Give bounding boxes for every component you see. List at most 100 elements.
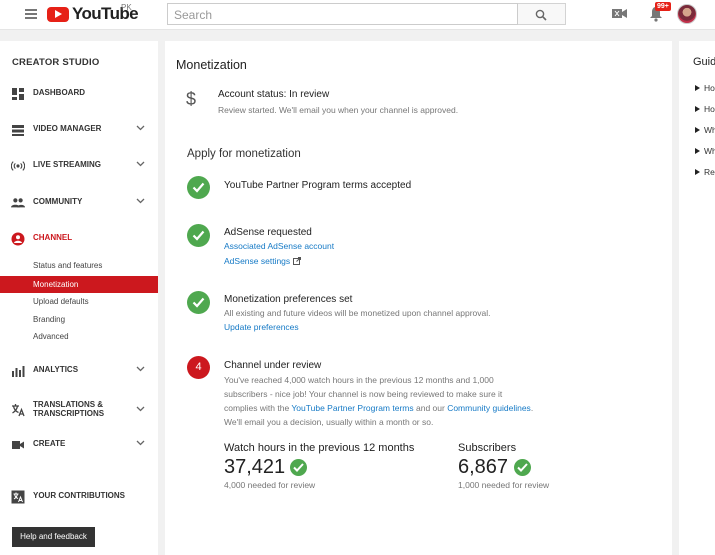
guide-item[interactable]: Ho [695, 83, 715, 93]
step-title: Monetization preferences set [224, 294, 353, 305]
youtube-play-icon [47, 6, 69, 22]
menu-icon[interactable] [25, 9, 37, 19]
sidebar-item-label: COMMUNITY [33, 197, 83, 206]
chevron-down-icon[interactable] [136, 198, 145, 204]
create-icon [12, 441, 24, 449]
guide-item-label: Wh [704, 146, 715, 156]
guide-item[interactable]: Ho [695, 104, 715, 114]
sidebar-subitem-label: Advanced [33, 332, 69, 341]
associated-adsense-link[interactable]: Associated AdSense account [224, 241, 334, 251]
expand-arrow-icon [695, 169, 700, 175]
guide-item-label: Ho [704, 104, 715, 114]
guide-item[interactable]: Re [695, 167, 715, 177]
upload-video-icon[interactable] [612, 8, 627, 19]
sidebar-item-label: YOUR CONTRIBUTIONS [33, 491, 125, 500]
guide-item[interactable]: Wh [695, 125, 715, 135]
expand-arrow-icon [695, 106, 700, 112]
chevron-down-icon[interactable] [136, 125, 145, 131]
step-description-line: subscribers - nice job! Your channel is … [224, 389, 503, 399]
subscribers-needed: 1,000 needed for review [458, 480, 550, 490]
sidebar-item-video-manager[interactable]: VIDEO MANAGER [0, 121, 158, 139]
step-complete-check-icon [187, 176, 210, 199]
chevron-down-icon[interactable] [136, 366, 145, 372]
sidebar-item-label: CHANNEL [33, 233, 73, 242]
guide-item-label: Wh [704, 125, 715, 135]
step-title: AdSense requested [224, 227, 312, 238]
expand-arrow-icon [695, 127, 700, 133]
search-input[interactable]: Search [167, 3, 518, 25]
sidebar-item-live-streaming[interactable]: LIVE STREAMING [0, 157, 158, 175]
sidebar-item-channel[interactable]: CHANNEL [0, 230, 158, 248]
translate-icon [12, 404, 25, 417]
sidebar-item-community[interactable]: COMMUNITY [0, 194, 158, 212]
dashboard-icon [12, 88, 24, 100]
sidebar-item-analytics[interactable]: ANALYTICS [0, 362, 158, 380]
sidebar-subitem-branding[interactable]: Branding [0, 311, 158, 328]
search-icon [535, 9, 547, 21]
chevron-down-icon[interactable] [136, 161, 145, 167]
step-number-badge: 4 [187, 356, 210, 379]
chevron-down-icon[interactable] [136, 406, 145, 412]
guide-panel: Guid Ho Ho Wh Wh Re [679, 41, 715, 555]
step-complete-check-icon [187, 224, 210, 247]
expand-arrow-icon [695, 85, 700, 91]
creator-studio-title: CREATOR STUDIO [12, 57, 100, 68]
help-and-feedback-button[interactable]: Help and feedback [12, 527, 95, 547]
sidebar-subitem-advanced[interactable]: Advanced [0, 328, 158, 345]
step-complete-check-icon [187, 291, 210, 314]
sidebar-item-label: DASHBOARD [33, 88, 85, 97]
sidebar-item-create[interactable]: CREATE [0, 436, 158, 454]
partner-program-terms-link[interactable]: YouTube Partner Program terms [291, 403, 413, 413]
channel-icon [11, 232, 25, 246]
account-status-title: Account status: In review [218, 89, 330, 100]
page-title: Monetization [176, 58, 247, 72]
avatar[interactable] [677, 4, 697, 24]
chevron-down-icon[interactable] [136, 440, 145, 446]
sidebar: CREATOR STUDIO DASHBOARD VIDEO MANAGER L… [0, 41, 158, 555]
top-bar: YouTube PK Search 99+ [0, 0, 715, 30]
search-button[interactable] [518, 3, 566, 25]
subscribers-label: Subscribers [458, 442, 517, 454]
step-description-line: We'll email you a decision, usually with… [224, 417, 434, 427]
update-preferences-link[interactable]: Update preferences [224, 322, 299, 332]
search-placeholder: Search [174, 8, 213, 22]
sidebar-subitem-label: Upload defaults [33, 297, 89, 306]
dollar-icon: $ [186, 89, 197, 109]
text-segment: . [530, 403, 534, 413]
sidebar-item-translations[interactable]: TRANSLATIONS & TRANSCRIPTIONS [0, 398, 158, 422]
adsense-settings-link[interactable]: AdSense settings [224, 256, 302, 266]
sidebar-item-your-contributions[interactable]: YOUR CONTRIBUTIONS [0, 488, 158, 506]
sidebar-subitem-label: Branding [33, 315, 66, 324]
guide-item[interactable]: Wh [695, 146, 715, 156]
analytics-icon [12, 366, 25, 377]
step-title: Channel under review [224, 360, 322, 371]
sidebar-subitem-monetization[interactable]: Monetization [0, 276, 158, 293]
sidebar-item-dashboard[interactable]: DASHBOARD [0, 85, 158, 103]
text-segment: complies with the [224, 403, 292, 413]
sidebar-item-label: LIVE STREAMING [33, 160, 102, 169]
sidebar-subitem-status-and-features[interactable]: Status and features [0, 257, 158, 274]
sidebar-item-label: CREATE [33, 439, 66, 448]
sidebar-item-label: TRANSLATIONS & [33, 400, 104, 409]
guide-item-label: Ho [704, 83, 715, 93]
text-segment: and our [413, 403, 448, 413]
notifications-badge: 99+ [655, 2, 671, 11]
sidebar-subitem-label: Monetization [33, 280, 79, 289]
sidebar-subitem-upload-defaults[interactable]: Upload defaults [0, 293, 158, 310]
step-description: All existing and future videos will be m… [224, 308, 491, 318]
live-streaming-icon [11, 161, 25, 171]
watch-hours-check-icon [290, 459, 307, 476]
subscribers-value: 6,867 [458, 456, 509, 478]
community-icon [11, 198, 25, 208]
external-link-icon [293, 257, 302, 265]
community-guidelines-link[interactable]: Community guidelines [447, 403, 531, 413]
watch-hours-value: 37,421 [224, 456, 286, 478]
account-status-subtitle: Review started. We'll email you when you… [218, 105, 459, 115]
sidebar-subitem-label: Status and features [33, 261, 103, 270]
sidebar-item-label: ANALYTICS [33, 365, 79, 374]
sidebar-item-label-line2: TRANSCRIPTIONS [33, 409, 105, 418]
adsense-settings-label: AdSense settings [224, 256, 291, 266]
region-code: PK [121, 3, 132, 12]
step-description-line: You've reached 4,000 watch hours in the … [224, 375, 494, 385]
watch-hours-needed: 4,000 needed for review [224, 480, 316, 490]
